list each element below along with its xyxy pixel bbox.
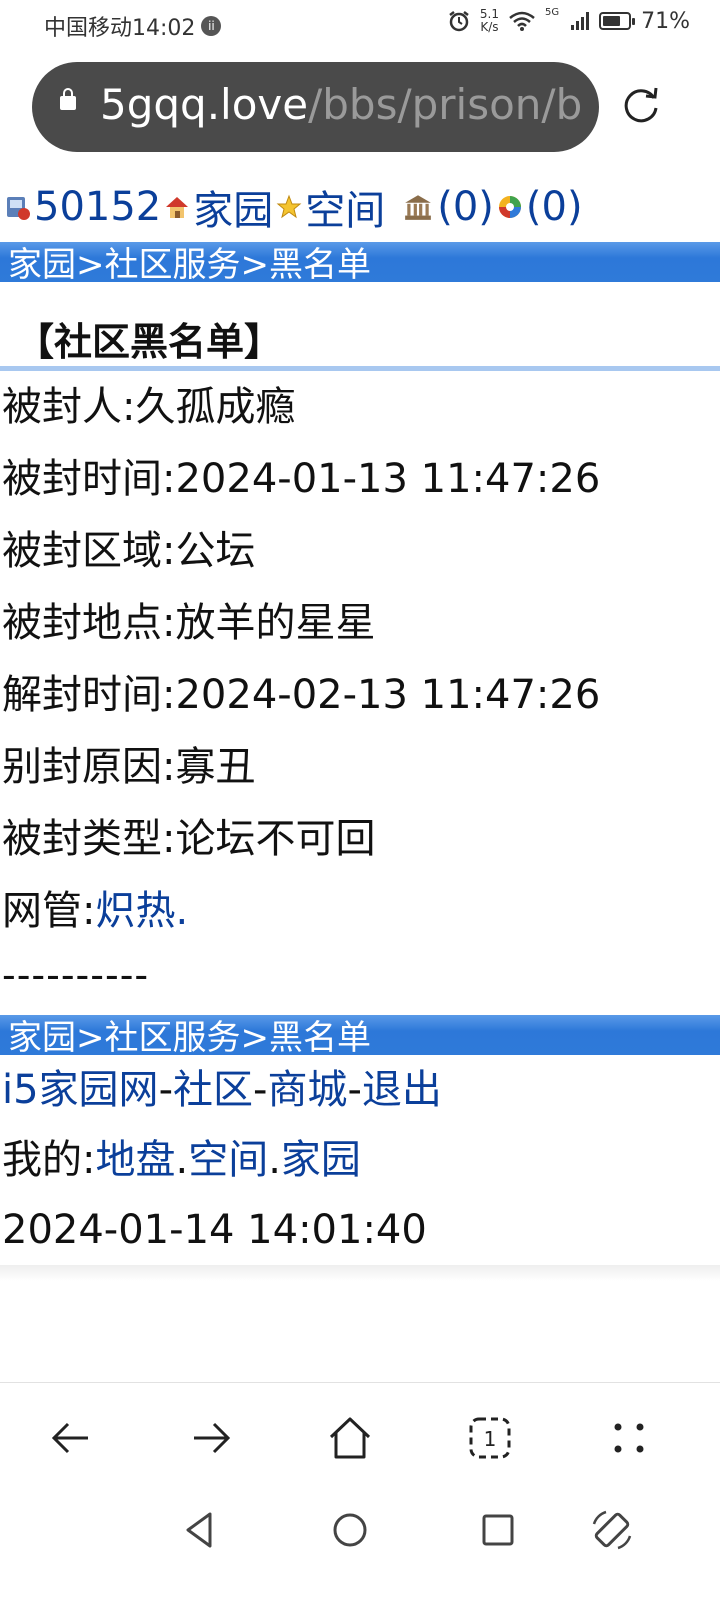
wifi-icon: [509, 11, 535, 31]
notification-badge-icon: ii: [201, 16, 222, 36]
system-nav-bar: [0, 1494, 720, 1612]
my-home-link[interactable]: 家园: [281, 1137, 361, 1183]
breadcrumb-sep: >: [240, 245, 270, 282]
home-icon[interactable]: [325, 1413, 375, 1463]
content-shadow: [0, 1265, 720, 1281]
system-recents-icon[interactable]: [476, 1508, 520, 1552]
ban-location: 被封地点:放羊的星星: [2, 600, 376, 646]
bank-icon: [405, 195, 432, 220]
tabs-icon[interactable]: 1: [465, 1413, 515, 1463]
breadcrumb-blacklist[interactable]: 黑名单: [269, 1018, 371, 1055]
forward-arrow-icon[interactable]: [186, 1413, 236, 1463]
network-speed: 5.1 K/s: [480, 8, 499, 34]
status-bar: 中国移动14:02 ii 5.1 K/s 5G 71%: [0, 0, 720, 48]
mine-links: 我的:地盘.空间.家园: [2, 1125, 720, 1195]
banned-person: 被封人:久孤成瘾: [2, 384, 296, 430]
admin-row: 网管:炽热.: [2, 875, 720, 947]
battery-icon: [599, 12, 636, 30]
tab-count: 1: [484, 1427, 497, 1451]
menu-dots-icon[interactable]: [604, 1413, 654, 1463]
color-count-link[interactable]: (0): [526, 184, 583, 230]
breadcrumb-bottom: 家园>社区服务>黑名单: [0, 1015, 720, 1055]
star-icon: [276, 194, 302, 219]
color-wheel-icon: [498, 196, 521, 218]
breadcrumb-sep: >: [76, 245, 105, 282]
url-text[interactable]: 5gqq.love/bbs/prison/b: [100, 80, 582, 129]
footer-sep: -: [347, 1067, 362, 1113]
breadcrumb-home[interactable]: 家园: [8, 245, 76, 282]
page-content: 50152 家园 空间 (0) (0) 家园>社区服务>黑名单 【社区黑名单】 …: [0, 172, 720, 1281]
admin-name-link[interactable]: 炽热.: [95, 888, 188, 934]
territory-link[interactable]: 地盘: [95, 1137, 175, 1183]
network-type: 5G: [544, 7, 560, 18]
ban-type: 被封类型:论坛不可回: [2, 816, 376, 862]
breadcrumb: 家园>社区服务>黑名单: [0, 242, 720, 282]
site-link[interactable]: i5家园网: [2, 1067, 159, 1113]
footer-dot: .: [175, 1137, 189, 1183]
community-link[interactable]: 社区: [173, 1067, 253, 1113]
breadcrumb-sep: >: [240, 1018, 270, 1055]
carrier-time: 中国移动14:02: [44, 16, 196, 41]
my-space-link[interactable]: 空间: [188, 1137, 268, 1183]
logout-link[interactable]: 退出: [362, 1067, 442, 1113]
ban-area: 被封区域:公坛: [2, 528, 256, 574]
space-link[interactable]: 空间: [305, 178, 385, 236]
footer-dot: .: [268, 1137, 281, 1183]
speed-unit: K/s: [480, 20, 499, 34]
breadcrumb-home[interactable]: 家园: [8, 1018, 76, 1055]
unban-time: 解封时间:2024-02-13 11:47:26: [2, 672, 601, 718]
url-host: 5gqq.love: [100, 80, 309, 129]
bank-count-link[interactable]: (0): [437, 184, 494, 230]
mall-link[interactable]: 商城: [267, 1067, 347, 1113]
breadcrumb-blacklist[interactable]: 黑名单: [269, 245, 371, 282]
browser-toolbar: 5gqq.love/bbs/prison/b: [0, 48, 720, 168]
url-path: /bbs/prison/b: [308, 80, 583, 129]
status-left: 中国移动14:02 ii: [44, 10, 222, 42]
browser-nav-bar: 1: [0, 1382, 720, 1495]
divider-dashes: ----------: [2, 953, 150, 997]
user-id-link[interactable]: 50152: [34, 184, 161, 230]
page-timestamp: 2024-01-14 14:01:40: [2, 1207, 427, 1253]
footer: i5家园网-社区-商城-退出 我的:地盘.空间.家园 2024-01-14 14…: [0, 1055, 720, 1265]
address-bar[interactable]: 5gqq.love/bbs/prison/b: [32, 62, 599, 152]
breadcrumb-community[interactable]: 社区服务: [105, 245, 241, 282]
top-links: 50152 家园 空间 (0) (0): [0, 172, 720, 242]
alarm-icon: [449, 11, 469, 32]
back-arrow-icon[interactable]: [46, 1413, 96, 1463]
lock-icon: [60, 88, 76, 110]
footer-sep: -: [158, 1067, 173, 1113]
battery-percent: 71%: [641, 8, 690, 34]
reload-icon[interactable]: [620, 84, 662, 126]
user-icon: [7, 197, 30, 220]
mine-label: 我的:: [2, 1137, 96, 1183]
admin-label: 网管:: [2, 888, 96, 934]
breadcrumb-sep: >: [76, 1018, 105, 1055]
battery-fill: [603, 16, 621, 26]
system-back-icon[interactable]: [178, 1508, 222, 1552]
ban-reason: 别封原因:寡丑: [2, 744, 256, 790]
footer-sep: -: [253, 1067, 268, 1113]
status-right: 5.1 K/s 5G 71%: [448, 8, 690, 34]
ban-time: 被封时间:2024-01-13 11:47:26: [2, 456, 601, 502]
breadcrumb-community[interactable]: 社区服务: [105, 1018, 241, 1055]
system-home-icon[interactable]: [328, 1508, 372, 1552]
footer-links: i5家园网-社区-商城-退出: [2, 1055, 720, 1125]
page-title: 【社区黑名单】: [16, 320, 283, 364]
ban-record: 被封人:久孤成瘾 被封时间:2024-01-13 11:47:26 被封区域:公…: [0, 371, 720, 947]
rotate-screen-icon[interactable]: [590, 1508, 634, 1552]
house-icon: [166, 197, 189, 218]
signal-bars-icon: [571, 12, 590, 30]
home-link[interactable]: 家园: [193, 178, 273, 236]
